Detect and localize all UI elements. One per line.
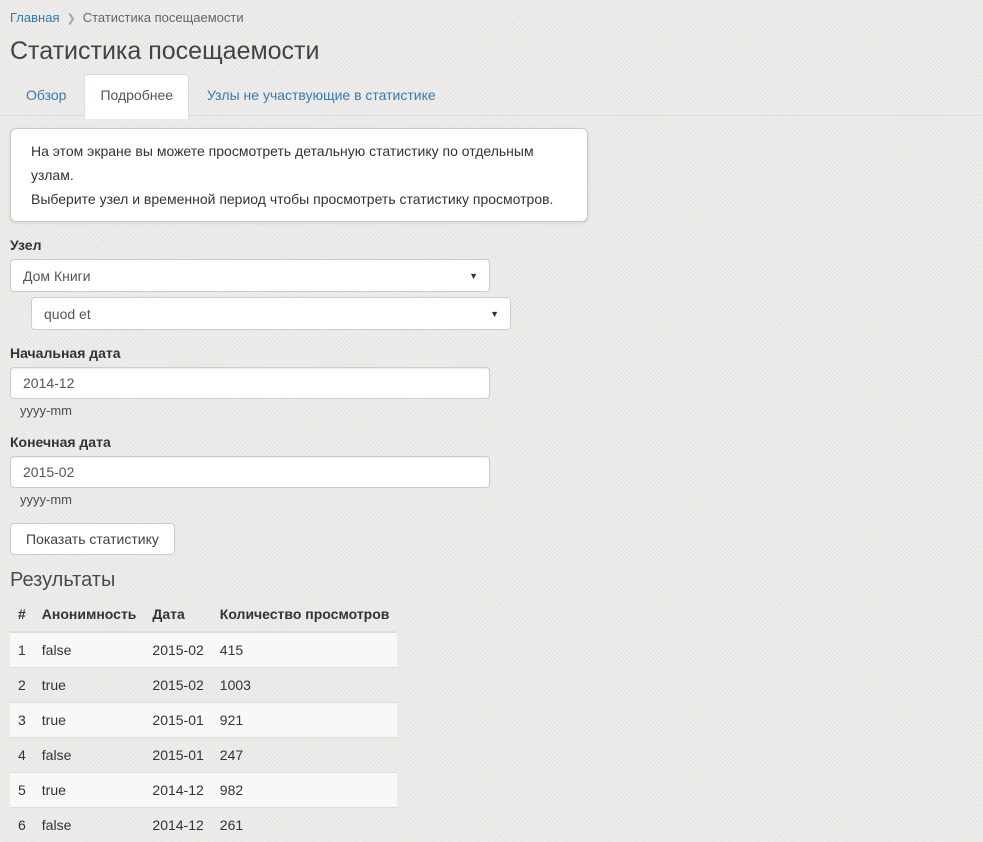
table-row: 2true2015-021003 [10, 668, 397, 703]
results-table: # Анонимность Дата Количество просмотров… [10, 597, 397, 842]
node-select[interactable]: Дом Книги [10, 259, 490, 292]
start-date-label: Начальная дата [10, 345, 983, 362]
node-select-wrap: Дом Книги ▼ [10, 259, 490, 292]
table-cell: 415 [212, 632, 398, 668]
table-cell: 2014-12 [144, 773, 211, 808]
table-cell: 2015-02 [144, 668, 211, 703]
subnode-select[interactable]: quod et [31, 297, 511, 330]
subnode-select-wrap: quod et ▼ [31, 297, 511, 330]
table-cell: 2015-02 [144, 632, 211, 668]
breadcrumb: Главная ❯ Статистика посещаемости [0, 0, 983, 27]
end-date-input[interactable] [10, 456, 490, 488]
tab-bar: Обзор Подробнее Узлы не участвующие в ст… [0, 74, 983, 116]
table-cell: false [34, 808, 145, 842]
page-title: Статистика посещаемости [10, 37, 983, 66]
end-date-label: Конечная дата [10, 434, 983, 451]
breadcrumb-current: Статистика посещаемости [83, 10, 244, 25]
info-box: На этом экране вы можете просмотреть дет… [10, 128, 588, 222]
breadcrumb-home-link[interactable]: Главная [10, 10, 59, 25]
column-header-anonymity: Анонимность [34, 597, 145, 632]
start-date-hint: yyyy-mm [20, 403, 983, 419]
column-header-date: Дата [144, 597, 211, 632]
table-cell: 921 [212, 703, 398, 738]
tab-overview[interactable]: Обзор [10, 74, 82, 115]
show-statistics-button[interactable]: Показать статистику [10, 523, 175, 555]
table-row: 5true2014-12982 [10, 773, 397, 808]
table-cell: true [34, 773, 145, 808]
table-cell: 5 [10, 773, 34, 808]
results-title: Результаты [10, 569, 983, 592]
end-date-hint: yyyy-mm [20, 492, 983, 508]
info-line-2: Выберите узел и временной период чтобы п… [31, 187, 567, 211]
table-cell: true [34, 703, 145, 738]
table-cell: 6 [10, 808, 34, 842]
table-cell: false [34, 632, 145, 668]
results-table-body: 1false2015-024152true2015-0210033true201… [10, 632, 397, 842]
table-cell: true [34, 668, 145, 703]
table-cell: 1003 [212, 668, 398, 703]
table-cell: 982 [212, 773, 398, 808]
table-row: 3true2015-01921 [10, 703, 397, 738]
table-cell: 2014-12 [144, 808, 211, 842]
tab-excluded-nodes[interactable]: Узлы не участвующие в статистике [191, 74, 452, 115]
table-cell: 247 [212, 738, 398, 773]
table-cell: 3 [10, 703, 34, 738]
start-date-input[interactable] [10, 367, 490, 399]
table-cell: 1 [10, 632, 34, 668]
table-row: 4false2015-01247 [10, 738, 397, 773]
table-cell: 261 [212, 808, 398, 842]
table-cell: 4 [10, 738, 34, 773]
info-line-1: На этом экране вы можете просмотреть дет… [31, 139, 567, 187]
table-cell: 2015-01 [144, 703, 211, 738]
table-row: 6false2014-12261 [10, 808, 397, 842]
table-cell: 2015-01 [144, 738, 211, 773]
chevron-right-icon: ❯ [66, 13, 75, 25]
table-cell: 2 [10, 668, 34, 703]
table-row: 1false2015-02415 [10, 632, 397, 668]
table-cell: false [34, 738, 145, 773]
column-header-index: # [10, 597, 34, 632]
column-header-views: Количество просмотров [212, 597, 398, 632]
node-label: Узел [10, 237, 983, 254]
tab-details[interactable]: Подробнее [84, 74, 189, 119]
table-header-row: # Анонимность Дата Количество просмотров [10, 597, 397, 632]
